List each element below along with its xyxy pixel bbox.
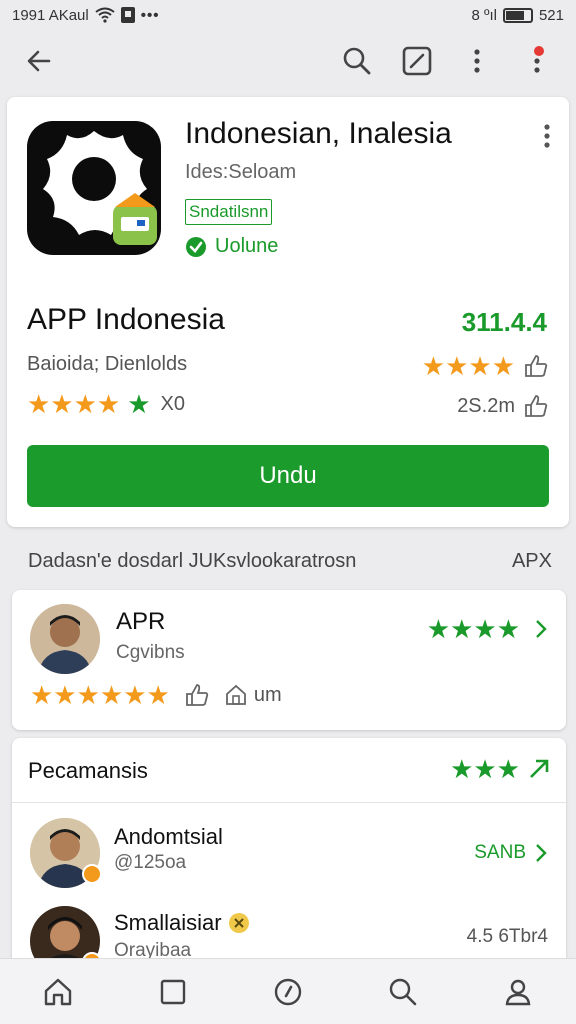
badge-icon [82,864,102,884]
rating-stars: ★★★★ [421,351,515,381]
home-outline-icon [225,684,246,705]
app-icon [27,121,161,255]
rating-row: ★★★★ ★ X0 [27,391,185,417]
home-icon [44,978,71,1005]
square-icon [160,979,185,1004]
status-time: 521 [538,6,564,24]
list-item-right-text: SANB [474,842,526,863]
person-avatar-icon [30,604,100,674]
rating-stars: ★★★★★★ [30,680,170,710]
list-item-right-text: 4.5 6Tbr4 [466,926,548,947]
home-tag: um [224,683,282,707]
app-developer[interactable]: Ides:Seloam [185,161,296,184]
bottom-navigation [0,958,576,1024]
rating-count: X0 [160,392,186,415]
search-icon [389,978,417,1005]
compass-icon [274,978,302,1005]
status-left: 1991 AKaul ••• [12,7,160,24]
status-text: 1991 AKaul [12,6,89,24]
back-arrow-icon [27,50,51,72]
profile-icon [506,979,531,1005]
signal-text: 8 ºıl [471,6,497,24]
nav-home[interactable] [30,964,86,1020]
nav-apps[interactable] [145,964,201,1020]
section-header: Dadasn'e dosdarl JUKsvlookaratrosn APX [28,550,552,573]
recommendations-title: Pecamansis [28,758,148,783]
app-title: Indonesian, Inalesia [185,117,452,150]
wifi-icon [95,7,115,23]
review-extra: um [253,683,282,706]
review-card[interactable]: APR Cgvibns ★★★★ ★★★★★★ um [12,590,566,730]
search-icon [343,47,371,75]
check-circle-icon [186,236,206,257]
list-item-title: Smallaisiar [114,910,250,936]
list-item-title: Andomtsial [114,824,223,850]
recommendations-head-right[interactable]: ★★★ [450,756,550,782]
review-title: APR [116,608,166,635]
avatar [30,604,100,674]
list-item-right: SANB [474,842,548,864]
nav-search[interactable] [375,964,431,1020]
battery-icon [502,7,533,23]
app-version: 311.4.4 [461,307,547,337]
rating-stars: ★★★★ [426,614,520,644]
review-subtitle: Cgvibns [116,642,185,663]
review-bottom-row: ★★★★★★ um [30,682,282,708]
app-logo-icon [43,131,157,245]
size-row: 2S.2m [457,393,549,419]
thumbs-up-icon[interactable] [523,393,549,419]
review-stars-right: ★★★★ [427,616,548,642]
more-vert-icon [544,124,550,148]
status-right: 8 ºıl 521 [471,7,564,24]
app-category: Baioida; Dienlolds [27,353,188,375]
more-dots-icon: ••• [140,6,160,24]
search-button[interactable] [336,40,378,82]
divider [12,802,566,803]
rating-stars: ★★★ [450,754,520,784]
edit-button[interactable] [396,40,438,82]
chevron-right-icon[interactable] [534,618,548,640]
thumbs-up-icon[interactable] [184,682,210,708]
app-name: APP Indonesia [27,303,225,336]
verified-label: Uolune [215,235,279,257]
notification-badge-icon [120,7,135,23]
trending-arrow-icon [530,759,549,778]
edit-icon [402,46,432,76]
app-bar [0,30,576,92]
list-item-title-text: Andomtsial [114,824,223,849]
app-tag: Sndatilsnn [185,199,273,225]
category-rating: ★★★★ [422,353,549,379]
card-menu-button[interactable] [543,123,551,154]
notification-dot [534,46,544,56]
nav-profile[interactable] [490,964,546,1020]
more-vert-icon [474,49,480,73]
app-detail-card: Indonesian, Inalesia Ides:Seloam Sndatil… [7,97,569,527]
notification-button[interactable] [516,40,558,82]
app-size: 2S.2m [457,394,515,417]
section-title: Dadasn'e dosdarl JUKsvlookaratrosn [28,550,357,572]
more-options-button[interactable] [456,40,498,82]
list-item-right: 4.5 6Tbr4 [467,926,548,948]
section-right-label[interactable]: APX [512,550,552,573]
rating-stars: ★★★★ ★ [27,389,151,419]
install-button[interactable]: Undu [27,445,549,507]
status-bar: 1991 AKaul ••• 8 ºıl 521 [0,0,576,30]
verified-status: Uolune [185,235,278,258]
thumbs-up-icon[interactable] [523,353,549,379]
chevron-right-icon[interactable] [534,842,548,864]
list-item-title-text: Smallaisiar [114,910,222,935]
close-badge-icon [228,913,249,933]
list-item-subtitle: @125oa [114,852,187,873]
nav-explore[interactable] [260,964,316,1020]
back-button[interactable] [18,40,60,82]
